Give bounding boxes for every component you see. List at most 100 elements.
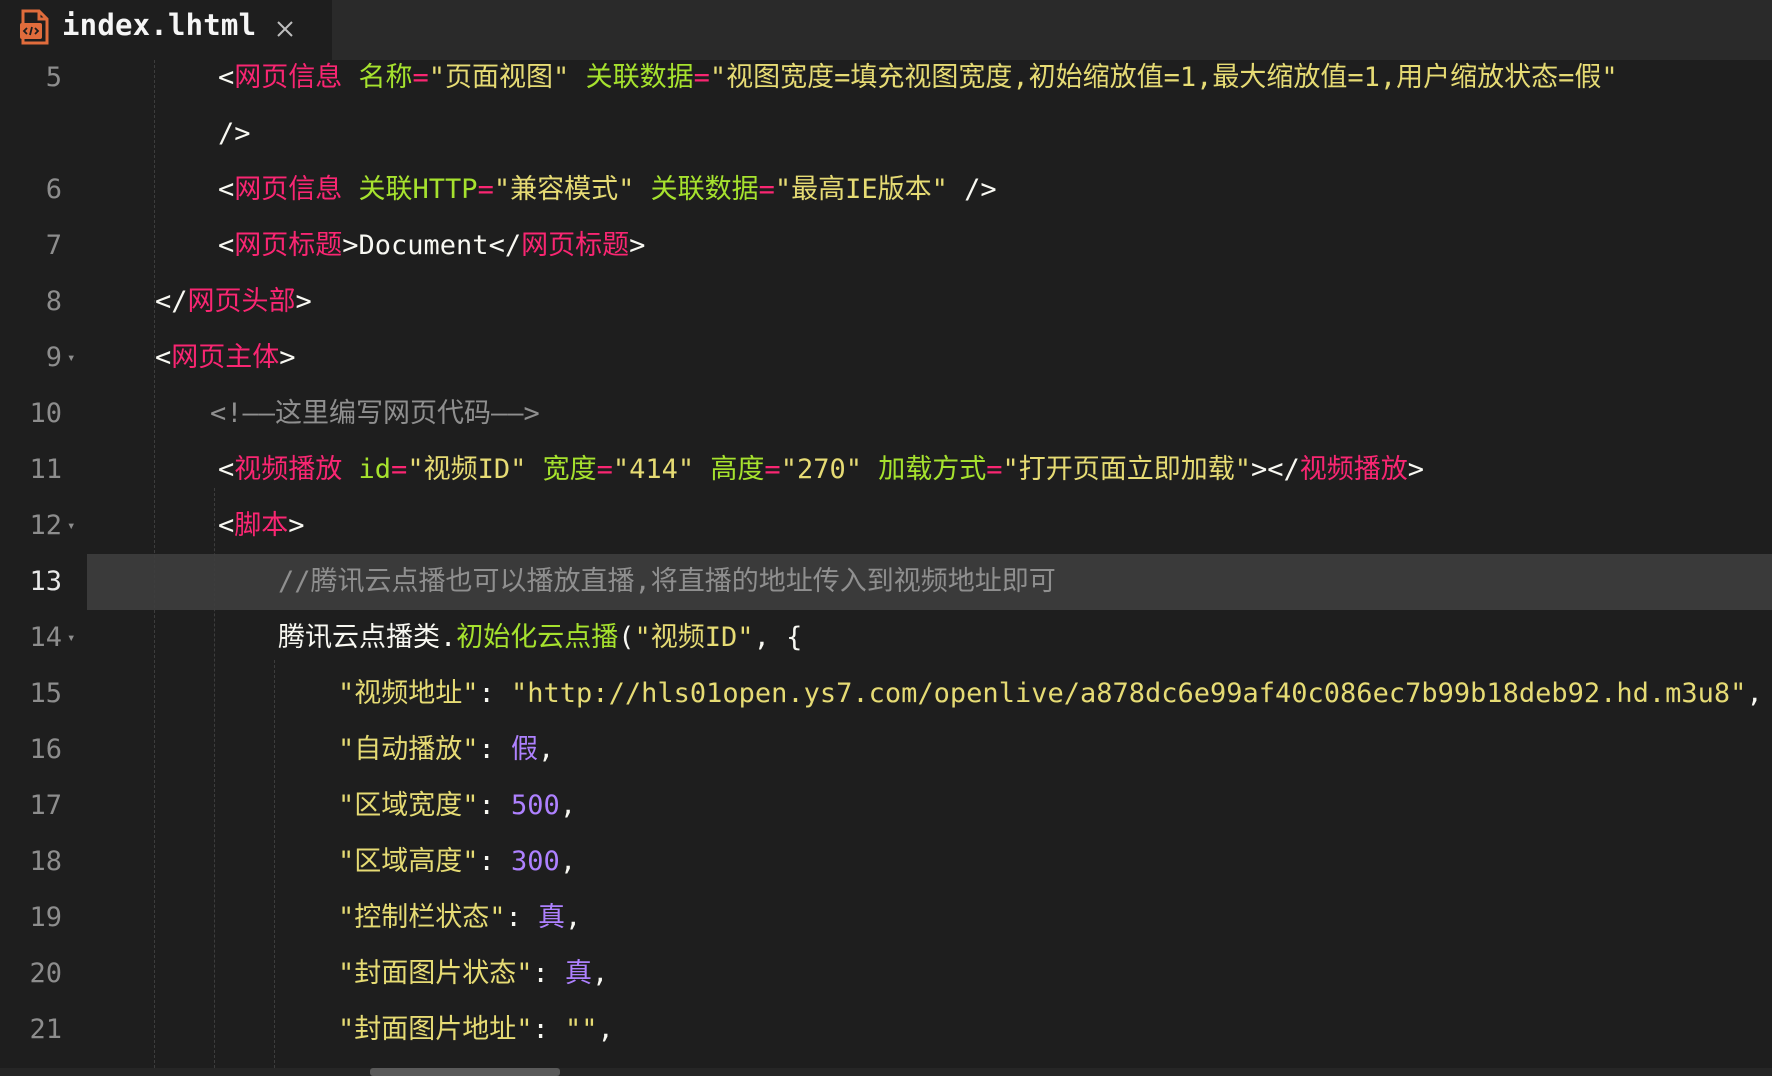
code-token: = [986, 454, 1003, 485]
line-number: 10 [29, 398, 62, 429]
code-token: : [478, 678, 512, 709]
code-token: < [218, 230, 235, 261]
code-token: /> [218, 118, 251, 149]
code-token: = [764, 454, 781, 485]
line-number: 9 [45, 342, 62, 373]
code-text: <网页标题>Document</网页标题> [218, 218, 645, 274]
line-number: 18 [29, 846, 62, 877]
code-line[interactable]: 12 ▾ <脚本> [0, 498, 1772, 554]
code-token: "" [565, 1014, 598, 1045]
code-token: > [288, 510, 305, 541]
code-text: 腾讯云点播类.初始化云点播("视频ID", { [278, 610, 802, 666]
line-number: 14 [29, 622, 62, 653]
fold-toggle-icon[interactable]: ▾ [67, 610, 75, 666]
code-token: > [295, 286, 312, 317]
code-line[interactable]: 10 <!——这里编写网页代码——> [0, 386, 1772, 442]
code-token: "视图宽度=填充视图宽度,初始缩放值=1,最大缩放值=1,用户缩放状态=假" [709, 62, 1618, 93]
code-token: , { [753, 622, 803, 653]
code-token: 300 [511, 846, 560, 877]
editor-tab[interactable]: index.lhtml [0, 0, 332, 60]
code-text: /> [218, 106, 251, 162]
fold-toggle-icon[interactable]: ▾ [67, 498, 75, 554]
code-token: 加载方式 [878, 454, 987, 485]
line-number: 8 [45, 286, 62, 317]
code-text: <网页信息 关联HTTP="兼容模式" 关联数据="最高IE版本" /> [218, 162, 997, 218]
code-token: 真 [565, 958, 593, 989]
code-token: 视频播放 [234, 454, 343, 485]
code-line[interactable]: 20 "封面图片状态": 真, [0, 946, 1772, 1002]
code-token: < [218, 510, 235, 541]
code-token: ( [618, 622, 635, 653]
line-number: 5 [45, 62, 62, 93]
code-token: < [218, 454, 235, 485]
code-token: "控制栏状态" [338, 902, 506, 933]
line-number: 16 [29, 734, 62, 765]
code-token: ></ [1251, 454, 1300, 485]
code-token: 网页标题 [521, 230, 630, 261]
code-line[interactable]: 17 "区域宽度": 500, [0, 778, 1772, 834]
fold-toggle-icon[interactable]: ▾ [67, 330, 75, 386]
code-token: = [693, 62, 710, 93]
code-line[interactable]: 6 <网页信息 关联HTTP="兼容模式" 关联数据="最高IE版本" /> [0, 162, 1772, 218]
code-line[interactable]: 19 "控制栏状态": 真, [0, 890, 1772, 946]
code-token: 假 [511, 734, 539, 765]
code-text: "区域宽度": 500, [338, 778, 576, 834]
code-token: : [478, 734, 512, 765]
code-line[interactable]: 8 </网页头部> [0, 274, 1772, 330]
code-line[interactable]: 11 <视频播放 id="视频ID" 宽度="414" 高度="270" 加载方式… [0, 442, 1772, 498]
code-line[interactable]: 9 ▾ <网页主体> [0, 330, 1772, 386]
line-number: 20 [29, 958, 62, 989]
code-token: : [505, 902, 539, 933]
code-token: //腾讯云点播也可以播放直播,将直播的地址传入到视频地址即可 [278, 566, 1056, 597]
code-text: "封面图片状态": 真, [338, 946, 608, 1002]
code-token: "区域高度" [338, 846, 479, 877]
code-token: > [279, 342, 296, 373]
code-token: 高度 [710, 454, 765, 485]
close-icon[interactable] [270, 14, 300, 44]
code-token: < [218, 62, 235, 93]
code-line[interactable]: 14 ▾ 腾讯云点播类.初始化云点播("视频ID", { [0, 610, 1772, 666]
code-text: "区域高度": 300, [338, 834, 576, 890]
code-token: 网页信息 [234, 62, 343, 93]
code-token: 初始化云点播 [456, 622, 619, 653]
code-text: //腾讯云点播也可以播放直播,将直播的地址传入到视频地址即可 [278, 554, 1056, 610]
code-token: 500 [511, 790, 560, 821]
code-token: = [596, 454, 613, 485]
code-text: "自动播放": 假, [338, 722, 554, 778]
horizontal-scrollbar-thumb[interactable] [370, 1068, 560, 1076]
code-token: "兼容模式" [493, 174, 635, 205]
code-text: <网页主体> [155, 330, 296, 386]
code-line[interactable]: 5 <网页信息 名称="页面视图" 关联数据="视图宽度=填充视图宽度,初始缩放值… [0, 60, 1772, 106]
code-token: "页面视图" [428, 62, 570, 93]
code-token: "封面图片状态" [338, 958, 533, 989]
code-token: > [629, 230, 646, 261]
code-token: 网页信息 [234, 174, 343, 205]
code-token: , [597, 1014, 614, 1045]
line-number: 12 [29, 510, 62, 541]
code-line[interactable]: 15 "视频地址": "http://hls01open.ys7.com/open… [0, 666, 1772, 722]
code-line[interactable]: /> [0, 106, 1772, 162]
code-line[interactable]: 16 "自动播放": 假, [0, 722, 1772, 778]
code-token: 腾讯云点播类. [278, 622, 457, 653]
code-line[interactable]: 7 <网页标题>Document</网页标题> [0, 218, 1772, 274]
code-token: , [565, 902, 582, 933]
line-number: 11 [29, 454, 62, 485]
code-line[interactable]: 21 "封面图片地址": "", [0, 1002, 1772, 1058]
horizontal-scrollbar[interactable] [0, 1068, 1772, 1076]
code-editor[interactable]: 5 <网页信息 名称="页面视图" 关联数据="视图宽度=填充视图宽度,初始缩放值… [0, 60, 1772, 1068]
line-number: 17 [29, 790, 62, 821]
code-token: , [538, 734, 555, 765]
code-line[interactable]: 18 "区域高度": 300, [0, 834, 1772, 890]
code-token: 视频播放 [1299, 454, 1408, 485]
code-token: "http://hls01open.ys7.com/openlive/a878d… [511, 678, 1747, 709]
code-token: 网页头部 [187, 286, 296, 317]
code-token: 关联HTTP [358, 174, 478, 205]
line-number: 6 [45, 174, 62, 205]
code-token: >Document</ [342, 230, 522, 261]
code-line[interactable]: 13 //腾讯云点播也可以播放直播,将直播的地址传入到视频地址即可 [0, 554, 1772, 610]
code-token: < [218, 174, 235, 205]
